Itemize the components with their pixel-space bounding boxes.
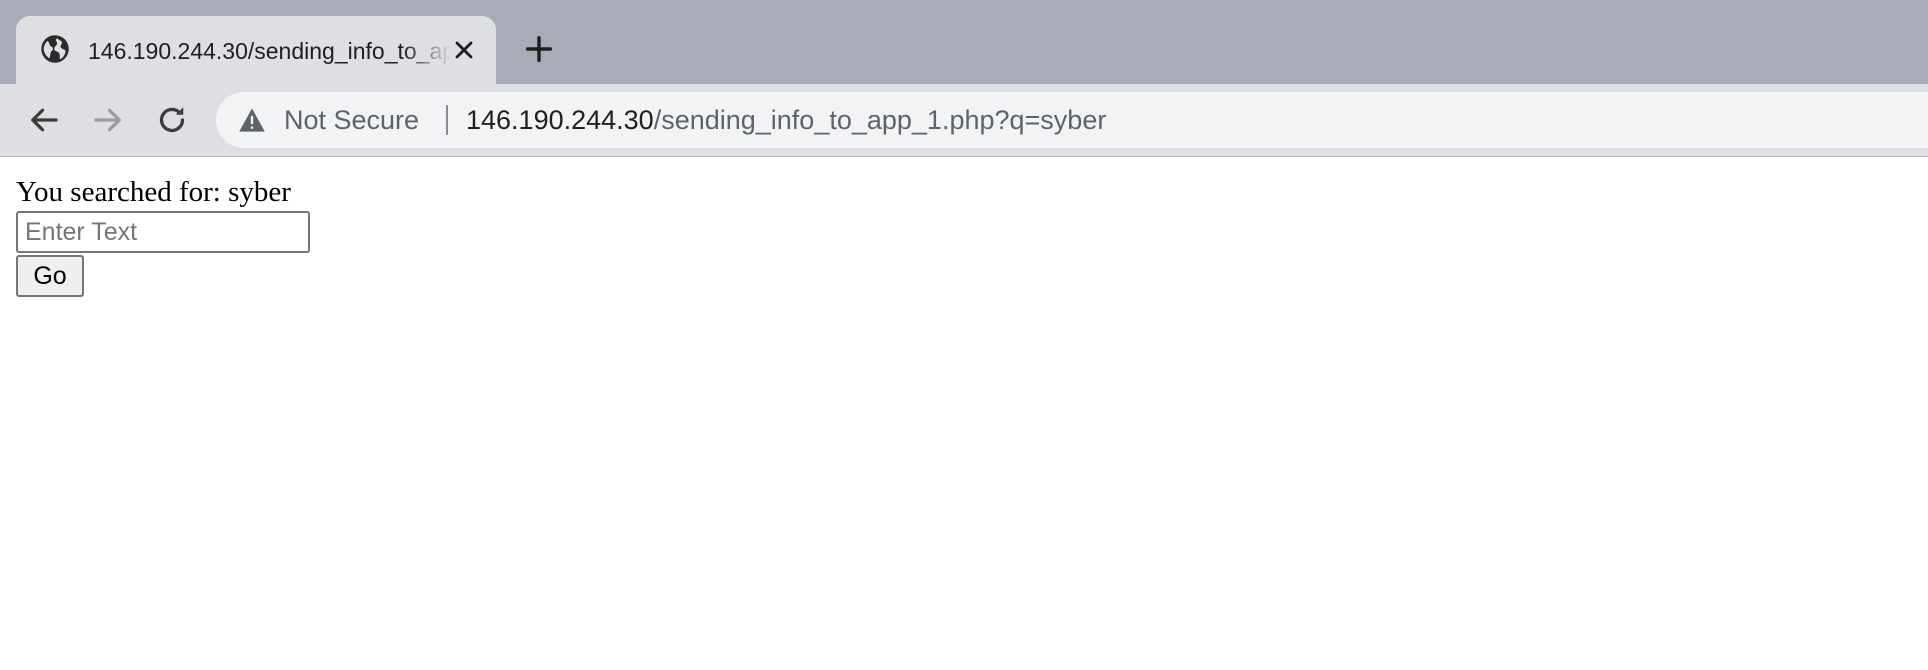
forward-arrow-icon[interactable]: [90, 102, 126, 138]
reload-icon[interactable]: [154, 102, 190, 138]
search-result-text: You searched for: syber: [16, 176, 291, 208]
not-secure-label[interactable]: Not Secure: [284, 105, 419, 135]
globe-icon: [41, 35, 69, 63]
url-text[interactable]: 146.190.244.30/sending_info_to_app_1.php…: [466, 105, 1106, 135]
new-tab-plus-icon[interactable]: [522, 32, 556, 66]
url-host: 146.190.244.30: [466, 105, 654, 135]
search-input[interactable]: [16, 211, 310, 253]
address-bar[interactable]: Not Secure 146.190.244.30/sending_info_t…: [216, 92, 1928, 148]
page-content: You searched for: syber Go: [0, 157, 1928, 670]
back-arrow-icon[interactable]: [26, 102, 62, 138]
tab-title: 146.190.244.30/sending_info_to_app_1.php…: [88, 38, 452, 64]
warning-icon[interactable]: [238, 107, 266, 133]
url-path: /sending_info_to_app_1.php?q=syber: [653, 105, 1107, 135]
browser-toolbar: Not Secure 146.190.244.30/sending_info_t…: [0, 84, 1928, 157]
address-bar-separator: [446, 105, 448, 135]
close-icon[interactable]: [450, 36, 478, 64]
browser-tabstrip: 146.190.244.30/sending_info_to_app_1.php…: [0, 0, 1928, 84]
go-button[interactable]: Go: [16, 255, 84, 297]
browser-tab[interactable]: 146.190.244.30/sending_info_to_app_1.php…: [16, 16, 496, 84]
